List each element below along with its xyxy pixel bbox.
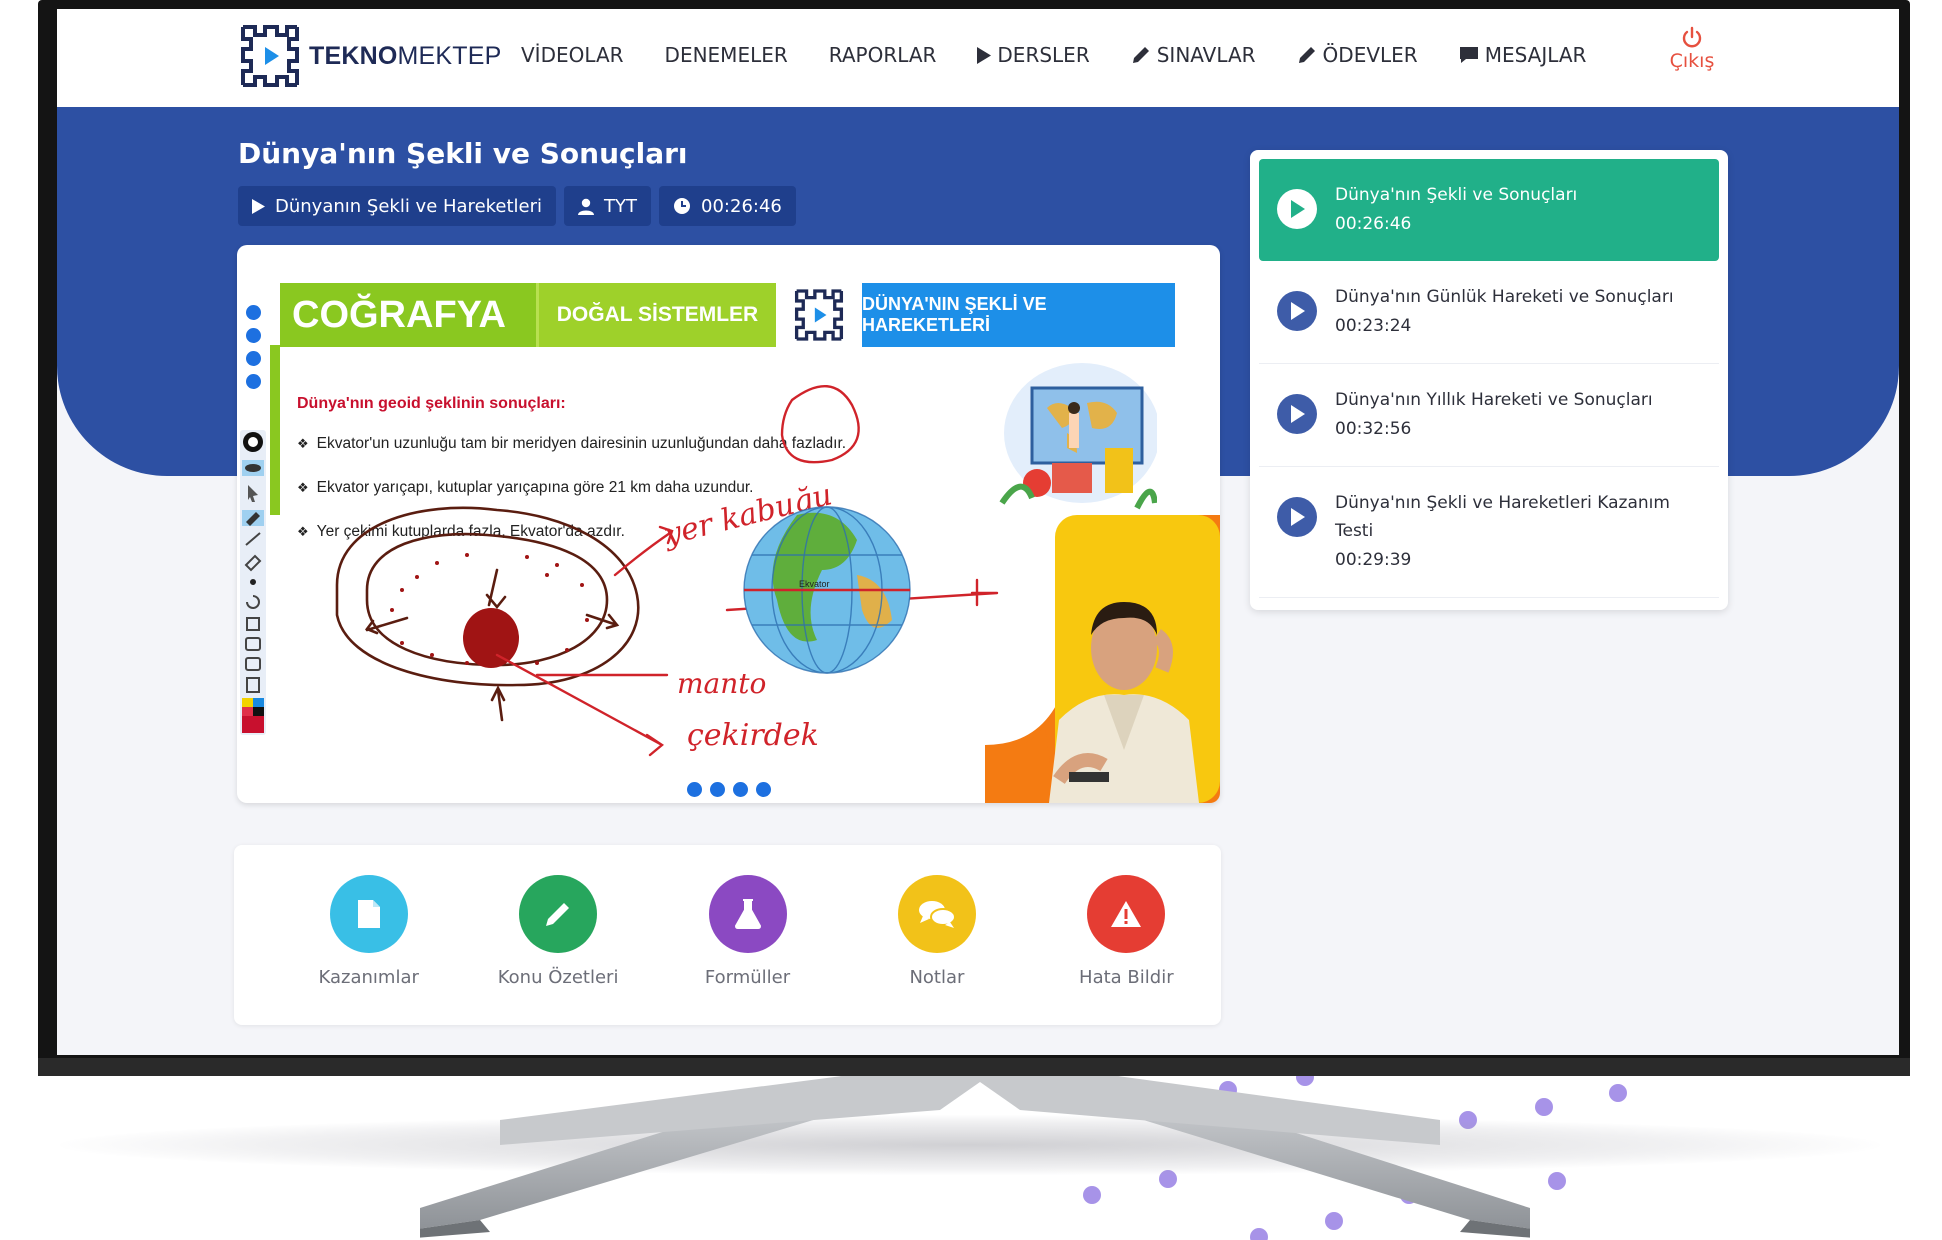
level-label: TYT [604, 195, 638, 217]
playlist-title: Dünya'nın Şekli ve Hareketleri Kazanım T… [1335, 493, 1670, 541]
globe-illustration: Ekvator [743, 506, 911, 674]
nav-denemeler[interactable]: DENEMELER [665, 43, 788, 67]
nav-label: DERSLER [997, 43, 1090, 67]
play-circle-icon [1277, 291, 1317, 331]
konu-ozetleri-button[interactable]: Konu Özetleri [463, 845, 652, 1025]
cekirdek-label: çekirdek [687, 718, 819, 753]
slide-pagination [687, 782, 779, 797]
page-title: Dünya'nın Şekli ve Sonuçları [238, 137, 688, 170]
teacher-video [1049, 602, 1199, 803]
logout-label: Çıkış [1669, 50, 1715, 72]
resource-label: Konu Özetleri [497, 967, 619, 988]
playlist-time: 00:32:56 [1335, 419, 1412, 439]
level-chip: TYT [564, 186, 652, 226]
pencil-icon [1298, 47, 1315, 63]
logo-mark-icon [241, 25, 299, 87]
resource-links: Kazanımlar Konu Özetleri Formüller Notla… [234, 845, 1221, 1025]
pencil-icon [519, 875, 598, 953]
duration-chip: 00:26:46 [659, 186, 796, 226]
teknomektep-logo[interactable]: TEKNOMEKTEP [237, 21, 502, 91]
nav-mesajlar[interactable]: MESAJLAR [1459, 43, 1587, 67]
nav-label: MESAJLAR [1484, 43, 1587, 67]
nav-label: DENEMELER [664, 43, 788, 67]
playlist-time: 00:23:24 [1335, 316, 1412, 336]
top-header: TEKNOMEKTEP VİDEOLAR DENEMELER RAPORLAR … [57, 9, 1899, 107]
playlist-time: 00:26:46 [1335, 214, 1412, 234]
formuller-button[interactable]: Formüller [653, 845, 842, 1025]
playlist-title: Dünya'nın Yıllık Hareketi ve Sonuçları [1335, 390, 1653, 410]
play-circle-icon [1277, 394, 1317, 434]
play-icon [977, 46, 992, 64]
page-dot[interactable] [710, 782, 725, 797]
lesson-meta: Dünyanın Şekli ve Hareketleri TYT 00:26:… [238, 186, 804, 226]
nav-videolar[interactable]: VİDEOLAR [521, 43, 624, 67]
nav-sinavlar[interactable]: SINAVLAR [1131, 43, 1256, 67]
hata-bildir-button[interactable]: Hata Bildir [1032, 845, 1221, 1025]
unit-label: Dünyanın Şekli ve Hareketleri [275, 195, 543, 217]
notlar-button[interactable]: Notlar [842, 845, 1031, 1025]
unit-chip: Dünyanın Şekli ve Hareketleri [238, 186, 557, 226]
kazanimlar-button[interactable]: Kazanımlar [274, 845, 463, 1025]
resource-label: Notlar [909, 967, 965, 988]
playlist-item[interactable]: Dünya'nın Günlük Hareketi ve Sonuçları 0… [1259, 261, 1719, 364]
chat-icon [897, 875, 976, 953]
nav-odevler[interactable]: ÖDEVLER [1297, 43, 1418, 67]
pencil-icon [1132, 47, 1149, 63]
page-dot[interactable] [756, 782, 771, 797]
play-icon [252, 198, 265, 214]
playlist-title: Dünya'nın Günlük Hareketi ve Sonuçları [1335, 287, 1674, 307]
tv-bezel-bottom [38, 1058, 1910, 1076]
logo-wordmark: TEKNOMEKTEP [309, 41, 502, 70]
user-icon [578, 198, 595, 215]
nav-label: ÖDEVLER [1322, 43, 1418, 67]
nav-label: RAPORLAR [828, 43, 937, 67]
page-dot[interactable] [733, 782, 748, 797]
video-player[interactable]: COĞRAFYA DOĞAL SİSTEMLER DÜNYA'NIN ŞEKLİ… [237, 245, 1220, 803]
tv-stand [420, 1070, 1530, 1238]
main-nav: VİDEOLAR DENEMELER RAPORLAR DERSLER SINA… [521, 43, 1627, 67]
play-circle-icon [1277, 497, 1317, 537]
lesson-playlist: Dünya'nın Şekli ve Sonuçları 00:26:46 Dü… [1250, 150, 1728, 610]
globe-label: Ekvator [799, 579, 830, 589]
resource-label: Kazanımlar [318, 967, 419, 988]
power-icon [1682, 26, 1702, 48]
resource-label: Formüller [704, 967, 791, 988]
resource-label: Hata Bildir [1079, 967, 1174, 988]
logout-button[interactable]: Çıkış [1667, 26, 1717, 72]
playlist-item[interactable]: Dünya'nın Yıllık Hareketi ve Sonuçları 0… [1259, 364, 1719, 467]
nav-raporlar[interactable]: RAPORLAR [829, 43, 937, 67]
playlist-title: Dünya'nın Şekli ve Sonuçları [1335, 185, 1578, 205]
play-circle-icon [1277, 189, 1317, 229]
clock-icon [674, 198, 691, 214]
document-icon [329, 875, 408, 953]
playlist-time: 00:29:39 [1335, 550, 1412, 570]
message-icon [1459, 47, 1478, 63]
playlist-item[interactable]: Dünya'nın Şekli ve Sonuçları 00:26:46 [1259, 159, 1719, 261]
manto-label: manto [677, 667, 766, 700]
nav-dersler[interactable]: DERSLER [977, 43, 1090, 67]
nav-label: VİDEOLAR [521, 43, 624, 67]
flask-icon [708, 875, 787, 953]
duration-label: 00:26:46 [701, 195, 782, 217]
tv-screen: TEKNOMEKTEP VİDEOLAR DENEMELER RAPORLAR … [57, 9, 1899, 1055]
nav-label: SINAVLAR [1156, 43, 1256, 67]
playlist-item[interactable]: Dünya'nın Şekli ve Hareketleri Kazanım T… [1259, 467, 1719, 598]
warning-icon [1087, 875, 1166, 953]
page-dot[interactable] [687, 782, 702, 797]
